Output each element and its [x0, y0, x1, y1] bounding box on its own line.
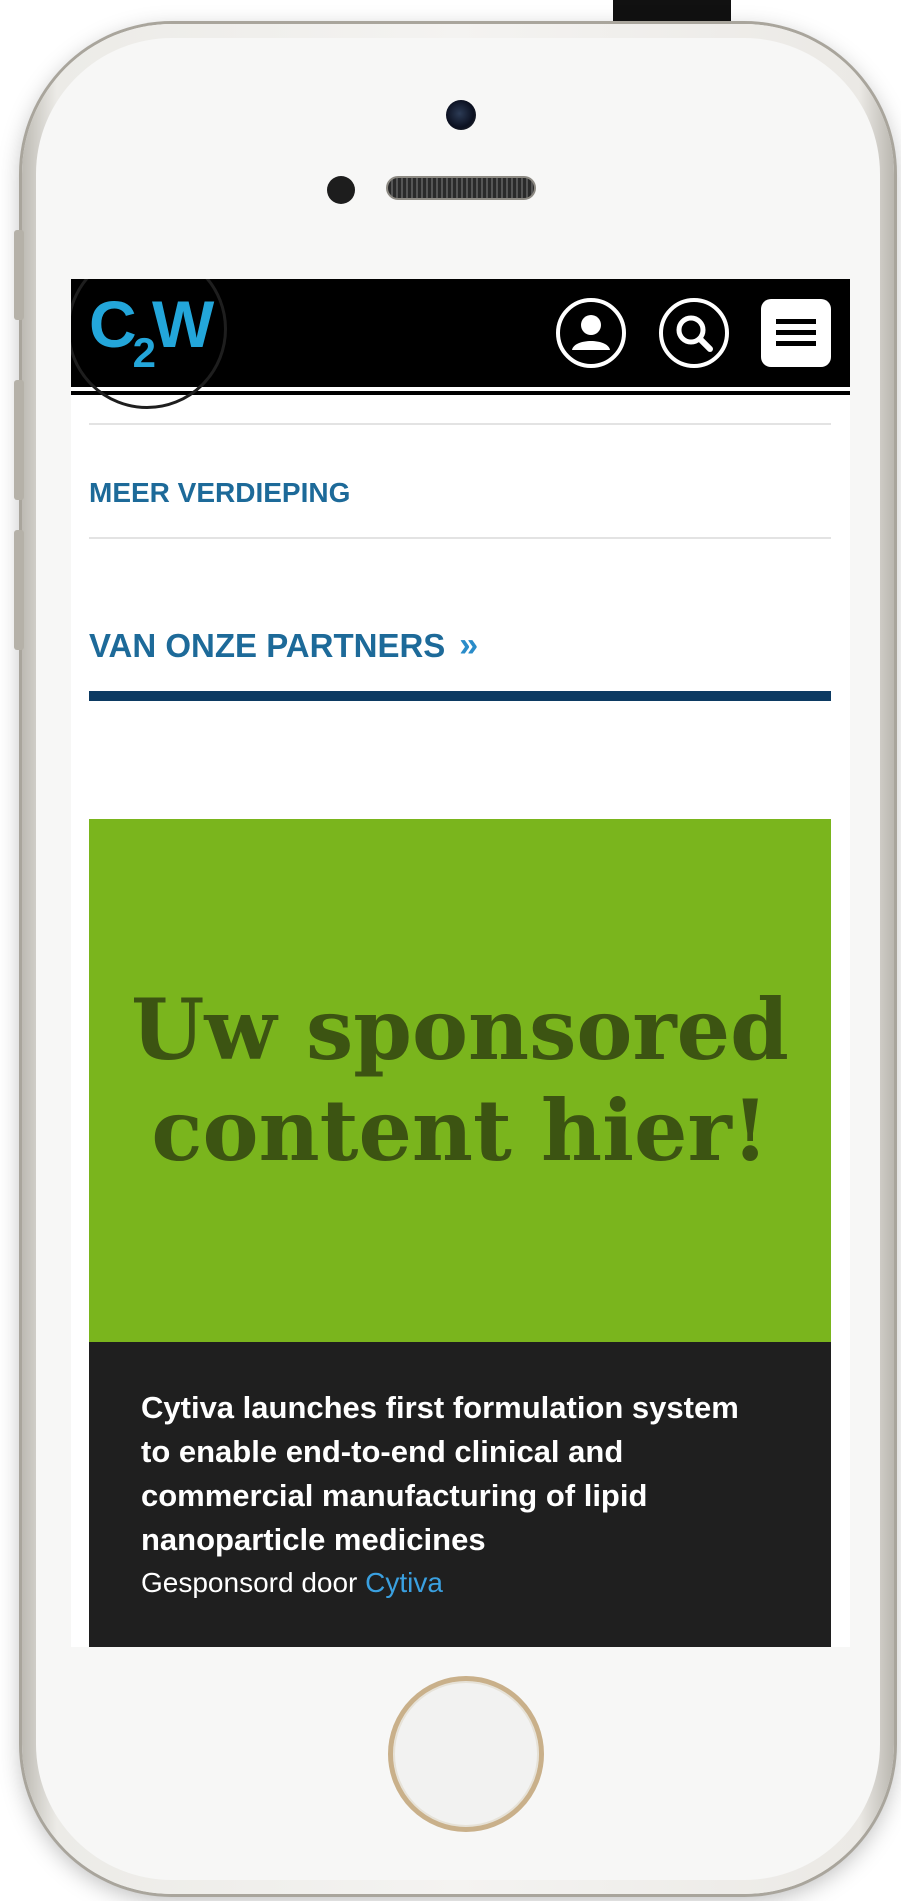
- sponsored-carousel[interactable]: Uw sponsored content hier! Cytiva launche…: [89, 819, 831, 1647]
- volume-down-button: [14, 530, 24, 650]
- search-icon: [676, 315, 713, 352]
- carousel-caption: Cytiva launches first formulation system…: [89, 1342, 831, 1647]
- page-content: MEER VERDIEPING VAN ONZE PARTNERS » Uw s…: [89, 387, 831, 1647]
- section-underline: [89, 691, 831, 701]
- more-depth-link[interactable]: MEER VERDIEPING: [89, 477, 831, 509]
- front-camera: [446, 100, 476, 130]
- phone-screen: C2W MEER VERDIEPING VAN ONZE PARTNERS » …: [71, 279, 850, 1647]
- divider: [89, 423, 831, 425]
- earpiece-speaker: [386, 176, 536, 200]
- home-button[interactable]: [388, 1676, 544, 1832]
- sponsor-link[interactable]: Cytiva: [365, 1567, 443, 1598]
- partners-heading[interactable]: VAN ONZE PARTNERS »: [89, 626, 831, 665]
- sponsored-image-text: Uw sponsored content hier!: [131, 979, 789, 1180]
- sponsor-line: Gesponsord door Cytiva: [141, 1567, 443, 1599]
- article-title[interactable]: Cytiva launches first formulation system…: [141, 1386, 761, 1562]
- proximity-sensor: [327, 176, 355, 204]
- divider: [89, 537, 831, 539]
- user-icon: [572, 315, 610, 350]
- mute-switch: [14, 230, 24, 320]
- sponsored-image[interactable]: Uw sponsored content hier!: [89, 819, 831, 1342]
- hamburger-menu-icon: [776, 319, 816, 346]
- volume-up-button: [14, 380, 24, 500]
- sponsor-prefix: Gesponsord door: [141, 1567, 358, 1598]
- search-button[interactable]: [659, 298, 729, 368]
- double-chevron-right-icon: »: [459, 626, 478, 664]
- partners-title: VAN ONZE PARTNERS: [89, 626, 446, 664]
- site-header: C2W: [71, 279, 850, 409]
- menu-button[interactable]: [761, 299, 831, 367]
- account-button[interactable]: [556, 298, 626, 368]
- site-logo[interactable]: C2W: [89, 291, 214, 374]
